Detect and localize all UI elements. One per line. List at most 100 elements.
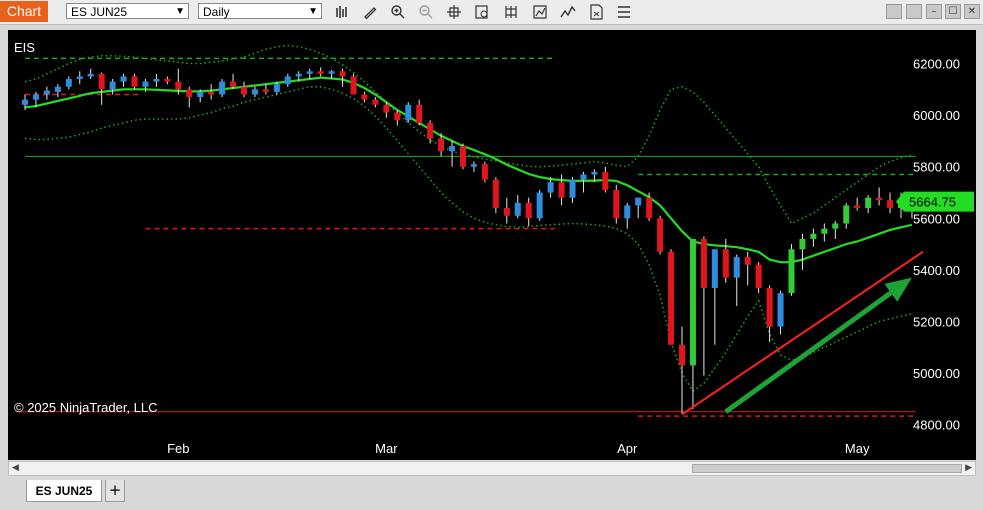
interval-selector[interactable]: Daily ▼ xyxy=(198,3,322,19)
bollinger-bands xyxy=(24,44,913,393)
price-chart[interactable]: 6200.00 6000.00 5800.00 5600.00 5400.00 5200.… xyxy=(8,30,976,460)
link-icon[interactable] xyxy=(886,4,902,19)
candle-body xyxy=(722,249,729,278)
candle-body xyxy=(76,76,83,80)
candle-body xyxy=(624,205,631,219)
x-tick-label: Apr xyxy=(617,441,638,456)
chevron-down-icon: ▼ xyxy=(175,6,185,17)
candle-body xyxy=(569,179,576,198)
candle-body xyxy=(43,90,50,95)
y-tick-label: 4800.00 xyxy=(913,418,960,433)
candle-body xyxy=(646,197,653,219)
more-tools-icon[interactable] xyxy=(616,4,632,20)
candle-body xyxy=(350,76,357,95)
candle-body xyxy=(799,238,806,250)
bar-type-icon[interactable] xyxy=(334,4,350,20)
candle-body xyxy=(558,182,565,198)
zoom-in-icon[interactable] xyxy=(390,4,406,20)
candle-body xyxy=(679,344,685,366)
x-tick-label: Mar xyxy=(375,441,398,456)
y-tick-label: 5000.00 xyxy=(913,366,960,381)
candle-body xyxy=(306,71,313,74)
candle-body xyxy=(372,99,379,105)
candle-body xyxy=(854,205,861,208)
interval-value: Daily xyxy=(203,5,230,19)
bollinger-lower-line xyxy=(24,86,913,393)
candle-body xyxy=(744,257,751,265)
time-axis: Feb Mar Apr May xyxy=(167,441,870,456)
candle-body xyxy=(514,202,521,216)
instrument-selector[interactable]: ES JUN25 ▼ xyxy=(66,3,189,19)
candle-body xyxy=(164,79,171,82)
candle-body xyxy=(470,164,477,167)
tab-es-jun25[interactable]: ES JUN25 xyxy=(26,480,102,502)
candle-body xyxy=(733,257,740,278)
candle-body xyxy=(536,192,543,219)
scrollbar-thumb[interactable] xyxy=(692,464,962,473)
candle-body xyxy=(525,202,532,219)
zoom-out-icon[interactable] xyxy=(418,4,434,20)
scroll-right-icon[interactable]: ▶ xyxy=(965,462,972,475)
candle-body xyxy=(887,200,894,208)
properties-icon[interactable] xyxy=(504,4,520,20)
candle-body xyxy=(87,73,94,77)
y-tick-label: 6200.00 xyxy=(913,57,960,72)
close-icon[interactable]: ✕ xyxy=(964,4,980,19)
candle-body xyxy=(405,104,412,121)
minimize-icon[interactable]: – xyxy=(926,4,942,19)
candle-body xyxy=(339,71,346,77)
candle-body xyxy=(843,205,850,224)
templates-icon[interactable] xyxy=(588,4,604,20)
candle-body xyxy=(832,223,839,229)
up-arrow-shaft xyxy=(724,290,893,414)
candle-body xyxy=(284,76,291,85)
maximize-icon[interactable]: ☐ xyxy=(945,4,961,19)
chart-toolbar: Chart ES JUN25 ▼ Daily ▼ – ☐ ✕ xyxy=(0,0,983,25)
candle-body xyxy=(821,228,828,234)
time-scrollbar[interactable]: ◀ ▶ xyxy=(8,461,976,476)
chart-panel[interactable]: 6200.00 6000.00 5800.00 5600.00 5400.00 5200.… xyxy=(8,30,976,460)
candle-body xyxy=(328,71,335,74)
indicators-icon[interactable] xyxy=(560,4,576,20)
candle-body xyxy=(98,73,105,90)
y-tick-label: 5600.00 xyxy=(913,211,960,226)
candle-body xyxy=(788,249,795,294)
crosshair-icon[interactable] xyxy=(446,4,462,20)
data-box-icon[interactable] xyxy=(474,4,490,20)
copyright-label: © 2025 NinjaTrader, LLC xyxy=(14,400,158,415)
y-tick-label: 6000.00 xyxy=(913,108,960,123)
candle-body xyxy=(273,84,280,92)
candle-body xyxy=(65,79,72,87)
candle-body xyxy=(668,251,675,345)
candle-body xyxy=(383,104,390,113)
candle-body xyxy=(175,81,182,90)
candle-body xyxy=(262,89,269,92)
candle-body xyxy=(689,238,696,366)
candle-body xyxy=(394,112,401,121)
candle-body xyxy=(492,179,499,208)
level-lines xyxy=(16,57,916,417)
candle-body xyxy=(438,138,445,152)
strategies-icon[interactable] xyxy=(532,4,548,20)
window-menu-icon[interactable] xyxy=(906,4,922,19)
chart-window-label: Chart xyxy=(0,1,48,22)
trendline xyxy=(681,251,924,416)
scroll-left-icon[interactable]: ◀ xyxy=(12,462,19,475)
candle-body xyxy=(876,197,883,201)
symbol-label: EIS xyxy=(14,40,35,55)
x-tick-label: May xyxy=(845,441,870,456)
candle-body xyxy=(22,99,28,105)
last-price-tag: 5664.75 xyxy=(896,191,974,212)
add-tab-button[interactable]: + xyxy=(105,480,125,502)
candle-body xyxy=(657,218,664,252)
candle-body xyxy=(766,287,773,327)
sma-line xyxy=(24,76,913,264)
candles xyxy=(22,67,915,415)
drawing-tool-icon[interactable] xyxy=(362,4,378,20)
candle-body xyxy=(700,238,707,288)
candle-body xyxy=(361,94,368,100)
candle-body xyxy=(580,174,587,180)
price-axis: 6200.00 6000.00 5800.00 5600.00 5400.00 5200.… xyxy=(913,57,960,433)
x-tick-label: Feb xyxy=(167,441,189,456)
up-arrow-head xyxy=(884,277,912,302)
